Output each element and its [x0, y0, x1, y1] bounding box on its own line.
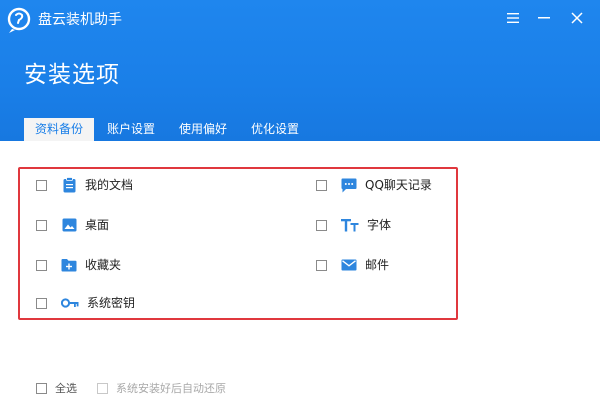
folder-plus-icon — [61, 257, 77, 273]
auto-restore-option: 系统安装好后自动还原 — [97, 380, 226, 396]
tab-usage-preferences[interactable]: 使用偏好 — [168, 118, 238, 141]
mail-icon — [341, 257, 357, 273]
checkbox-system-key[interactable] — [36, 297, 47, 309]
checkbox-fonts[interactable] — [316, 219, 327, 231]
checkbox-qq-chat-history[interactable] — [316, 179, 327, 191]
option-system-key: 系统密钥 — [36, 294, 135, 312]
option-label: 邮件 — [365, 258, 390, 272]
close-button[interactable] — [564, 6, 590, 30]
app-logo-icon — [5, 6, 33, 34]
option-desktop: 桌面 — [36, 216, 109, 234]
option-label: 系统密钥 — [87, 296, 136, 310]
checkbox-desktop[interactable] — [36, 219, 47, 231]
option-label: 我的文档 — [85, 178, 134, 192]
app-title: 盘云装机助手 — [38, 12, 122, 28]
font-icon — [341, 217, 359, 233]
minimize-icon — [538, 17, 550, 19]
menu-button[interactable] — [500, 6, 526, 30]
option-fonts: 字体 — [316, 216, 391, 234]
tab-bar: 资料备份 账户设置 使用偏好 优化设置 — [24, 118, 310, 141]
chat-icon — [341, 177, 357, 193]
auto-restore-label: 系统安装好后自动还原 — [116, 382, 226, 395]
checkbox-favorites[interactable] — [36, 259, 47, 271]
clipboard-icon — [61, 177, 77, 193]
select-all-label: 全选 — [55, 382, 77, 395]
option-favorites: 收藏夹 — [36, 256, 121, 274]
option-qq-chat-history: QQ聊天记录 — [316, 176, 432, 194]
auto-restore-checkbox[interactable] — [97, 382, 108, 394]
header-bar: 盘云装机助手 安装选项 资料备份 账户设置 使用偏好 优化设置 — [0, 0, 600, 141]
checkbox-mail[interactable] — [316, 259, 327, 271]
tab-optimization-settings[interactable]: 优化设置 — [240, 118, 310, 141]
option-label: 桌面 — [85, 218, 110, 232]
option-my-documents: 我的文档 — [36, 176, 133, 194]
image-icon — [61, 217, 77, 233]
checkbox-my-documents[interactable] — [36, 179, 47, 191]
option-mail: 邮件 — [316, 256, 389, 274]
select-all-option: 全选 — [36, 380, 77, 396]
option-label: 字体 — [367, 218, 392, 232]
tab-account-settings[interactable]: 账户设置 — [96, 118, 166, 141]
page-title: 安装选项 — [24, 62, 120, 88]
minimize-button[interactable] — [531, 6, 557, 30]
menu-icon — [507, 13, 519, 23]
tab-data-backup[interactable]: 资料备份 — [24, 118, 95, 141]
close-icon — [571, 12, 583, 24]
key-icon — [61, 295, 79, 311]
option-label: QQ聊天记录 — [365, 178, 432, 192]
option-label: 收藏夹 — [85, 258, 122, 272]
select-all-checkbox[interactable] — [36, 382, 47, 394]
